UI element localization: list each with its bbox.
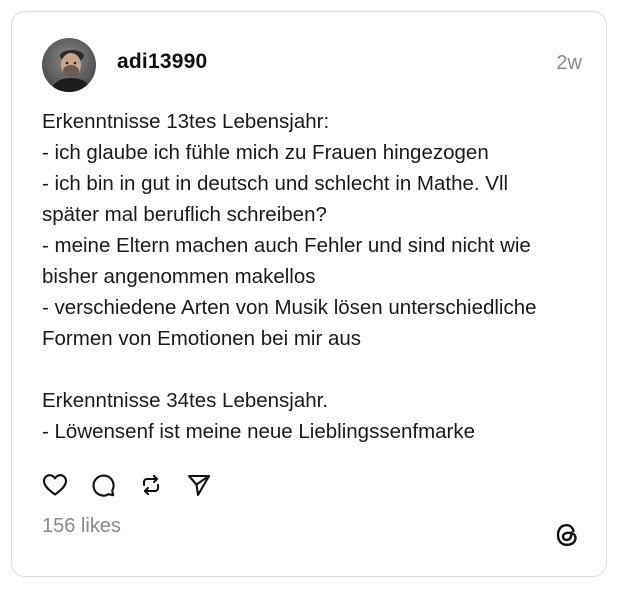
share-button[interactable] xyxy=(184,470,214,500)
post-actions xyxy=(40,470,232,500)
likes-count[interactable]: 156 likes xyxy=(42,515,121,538)
heart-icon xyxy=(42,474,68,496)
post-text-line: - ich bin in gut in deutsch und schlecht… xyxy=(42,172,509,195)
avatar-image xyxy=(42,38,96,92)
post-text-line: - meine Eltern machen auch Fehler und si… xyxy=(42,234,531,257)
threads-logo-icon-graphic xyxy=(556,524,577,546)
post-card: adi13990 2w Erkenntnisse 13tes Lebensjah… xyxy=(11,11,607,577)
send-icon xyxy=(187,474,211,497)
post-text-line: - verschiedene Arten von Musik lösen unt… xyxy=(42,296,537,319)
post-text-line: bisher angenommen makellos xyxy=(42,265,316,288)
post-text-line: später mal beruflich schreiben? xyxy=(42,203,327,226)
comment-icon xyxy=(92,474,115,497)
post-text: Erkenntnisse 13tes Lebensjahr: - ich gla… xyxy=(42,106,592,447)
repost-icon xyxy=(142,474,160,496)
threads-logo-icon[interactable] xyxy=(552,520,582,550)
post-text-line: Formen von Emotionen bei mir aus xyxy=(42,327,362,350)
repost-button[interactable] xyxy=(136,470,166,500)
reply-button[interactable] xyxy=(88,470,118,500)
post-text-line: Erkenntnisse 13tes Lebensjahr: xyxy=(42,110,330,133)
post-timestamp: 2w xyxy=(556,52,582,74)
post-text-blank-line xyxy=(42,354,592,385)
post-text-line: - Löwensenf ist meine neue Lieblingssenf… xyxy=(42,420,476,443)
post-text-line: - ich glaube ich fühle mich zu Frauen hi… xyxy=(42,141,489,164)
post-text-line: Erkenntnisse 34tes Lebensjahr. xyxy=(42,389,329,412)
username[interactable]: adi13990 xyxy=(117,50,207,74)
like-button[interactable] xyxy=(40,470,70,500)
avatar[interactable] xyxy=(42,38,96,92)
